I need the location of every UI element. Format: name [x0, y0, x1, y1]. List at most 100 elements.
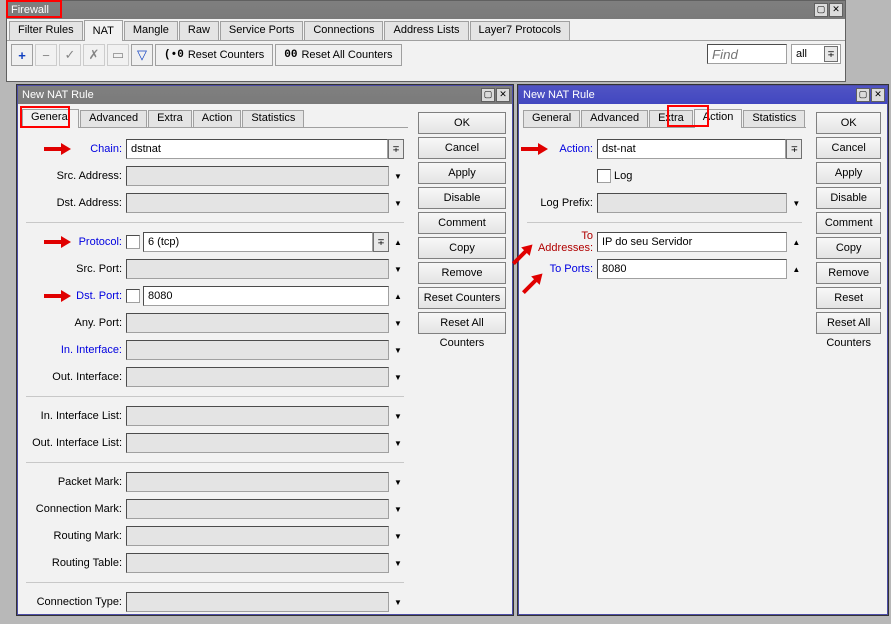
out-interface-input[interactable] [126, 367, 389, 387]
tab-mangle[interactable]: Mangle [124, 21, 178, 40]
src-port-input[interactable] [126, 259, 389, 279]
expand-icon[interactable]: ▼ [392, 259, 404, 279]
to-addresses-input[interactable]: IP do seu Servidor [597, 232, 787, 252]
add-button[interactable]: + [11, 44, 33, 66]
ok-button[interactable]: OK [816, 112, 881, 134]
maximize-icon[interactable]: ▢ [481, 88, 495, 102]
expand-icon[interactable]: ▼ [392, 592, 404, 612]
filter-button[interactable]: ▽ [131, 44, 153, 66]
tab-statistics[interactable]: Statistics [743, 110, 805, 127]
log-checkbox[interactable] [597, 169, 611, 183]
src-address-input[interactable] [126, 166, 389, 186]
remove-button[interactable]: Remove [816, 262, 881, 284]
copy-button[interactable]: Copy [418, 237, 506, 259]
in-interface-list-input[interactable] [126, 406, 389, 426]
tab-advanced[interactable]: Advanced [581, 110, 648, 127]
cancel-button[interactable]: Cancel [816, 137, 881, 159]
invert-checkbox[interactable] [126, 235, 140, 249]
in-interface-input[interactable] [126, 340, 389, 360]
reset-counters-button[interactable]: (•0 Reset Counters [155, 44, 273, 66]
log-prefix-input[interactable] [597, 193, 787, 213]
nat-rule-action-title: New NAT Rule [523, 89, 595, 101]
maximize-icon[interactable]: ▢ [856, 88, 870, 102]
disable-button[interactable]: ✗ [83, 44, 105, 66]
expand-icon[interactable]: ▼ [392, 166, 404, 186]
tab-general[interactable]: General [523, 110, 580, 127]
remove-button[interactable]: − [35, 44, 57, 66]
collapse-icon[interactable]: ▲ [392, 286, 404, 306]
reset-counters-button[interactable]: Reset Counters [418, 287, 506, 309]
tab-filter-rules[interactable]: Filter Rules [9, 21, 83, 40]
any-port-input[interactable] [126, 313, 389, 333]
tab-statistics[interactable]: Statistics [242, 110, 304, 127]
chevron-down-icon[interactable]: ∓ [373, 232, 389, 252]
disable-button[interactable]: Disable [418, 187, 506, 209]
tab-service-ports[interactable]: Service Ports [220, 21, 303, 40]
collapse-icon[interactable]: ▲ [790, 259, 802, 279]
expand-icon[interactable]: ▼ [392, 406, 404, 426]
in-interface-label: In. Interface: [26, 344, 126, 356]
expand-icon[interactable]: ▼ [392, 340, 404, 360]
tab-extra[interactable]: Extra [148, 110, 192, 127]
out-interface-list-input[interactable] [126, 433, 389, 453]
close-icon[interactable]: ✕ [496, 88, 510, 102]
tab-action[interactable]: Action [694, 109, 743, 128]
tab-address-lists[interactable]: Address Lists [384, 21, 468, 40]
connection-mark-input[interactable] [126, 499, 389, 519]
tab-advanced[interactable]: Advanced [80, 110, 147, 127]
reset-all-counters-button[interactable]: Reset All Counters [418, 312, 506, 334]
maximize-icon[interactable]: ▢ [814, 3, 828, 17]
comment-button[interactable]: ▭ [107, 44, 129, 66]
reset-all-counters-button[interactable]: Reset All Counters [816, 312, 881, 334]
apply-button[interactable]: Apply [418, 162, 506, 184]
expand-icon[interactable]: ▼ [392, 553, 404, 573]
expand-icon[interactable]: ▼ [392, 499, 404, 519]
dst-address-input[interactable] [126, 193, 389, 213]
copy-button[interactable]: Copy [816, 237, 881, 259]
cancel-button[interactable]: Cancel [418, 137, 506, 159]
dst-port-input[interactable]: 8080 [143, 286, 389, 306]
tab-general[interactable]: General [22, 109, 79, 128]
expand-icon[interactable]: ▼ [392, 433, 404, 453]
remove-button[interactable]: Remove [418, 262, 506, 284]
expand-icon[interactable]: ▼ [790, 193, 802, 213]
collapse-icon[interactable]: ▲ [790, 232, 802, 252]
enable-button[interactable]: ✓ [59, 44, 81, 66]
to-ports-input[interactable]: 8080 [597, 259, 787, 279]
firewall-window-controls: ▢ ✕ [813, 3, 843, 17]
chevron-down-icon[interactable]: ∓ [786, 139, 802, 159]
expand-icon[interactable]: ▼ [392, 472, 404, 492]
chevron-down-icon[interactable]: ∓ [388, 139, 404, 159]
close-icon[interactable]: ✕ [829, 3, 843, 17]
tab-extra[interactable]: Extra [649, 110, 693, 127]
tab-connections[interactable]: Connections [304, 21, 383, 40]
ok-button[interactable]: OK [418, 112, 506, 134]
chain-input[interactable]: dstnat [126, 139, 388, 159]
divider [26, 222, 404, 223]
tab-nat[interactable]: NAT [84, 20, 123, 41]
comment-button[interactable]: Comment [816, 212, 881, 234]
apply-button[interactable]: Apply [816, 162, 881, 184]
expand-icon[interactable]: ▼ [392, 313, 404, 333]
close-icon[interactable]: ✕ [871, 88, 885, 102]
reset-all-counters-button[interactable]: 00 Reset All Counters [275, 44, 401, 66]
disable-button[interactable]: Disable [816, 187, 881, 209]
find-input[interactable] [707, 44, 787, 64]
expand-icon[interactable]: ▼ [392, 367, 404, 387]
collapse-icon[interactable]: ▲ [392, 232, 404, 252]
routing-table-input[interactable] [126, 553, 389, 573]
expand-icon[interactable]: ▼ [392, 526, 404, 546]
tab-layer7[interactable]: Layer7 Protocols [470, 21, 571, 40]
invert-checkbox[interactable] [126, 289, 140, 303]
tab-action[interactable]: Action [193, 110, 242, 127]
comment-button[interactable]: Comment [418, 212, 506, 234]
protocol-input[interactable]: 6 (tcp) [143, 232, 373, 252]
reset-counters-button[interactable]: Reset Counters [816, 287, 881, 309]
expand-icon[interactable]: ▼ [392, 193, 404, 213]
action-input[interactable]: dst-nat [597, 139, 786, 159]
tab-raw[interactable]: Raw [179, 21, 219, 40]
connection-type-input[interactable] [126, 592, 389, 612]
filter-dropdown[interactable]: all ∓ [791, 44, 841, 64]
packet-mark-input[interactable] [126, 472, 389, 492]
routing-mark-input[interactable] [126, 526, 389, 546]
